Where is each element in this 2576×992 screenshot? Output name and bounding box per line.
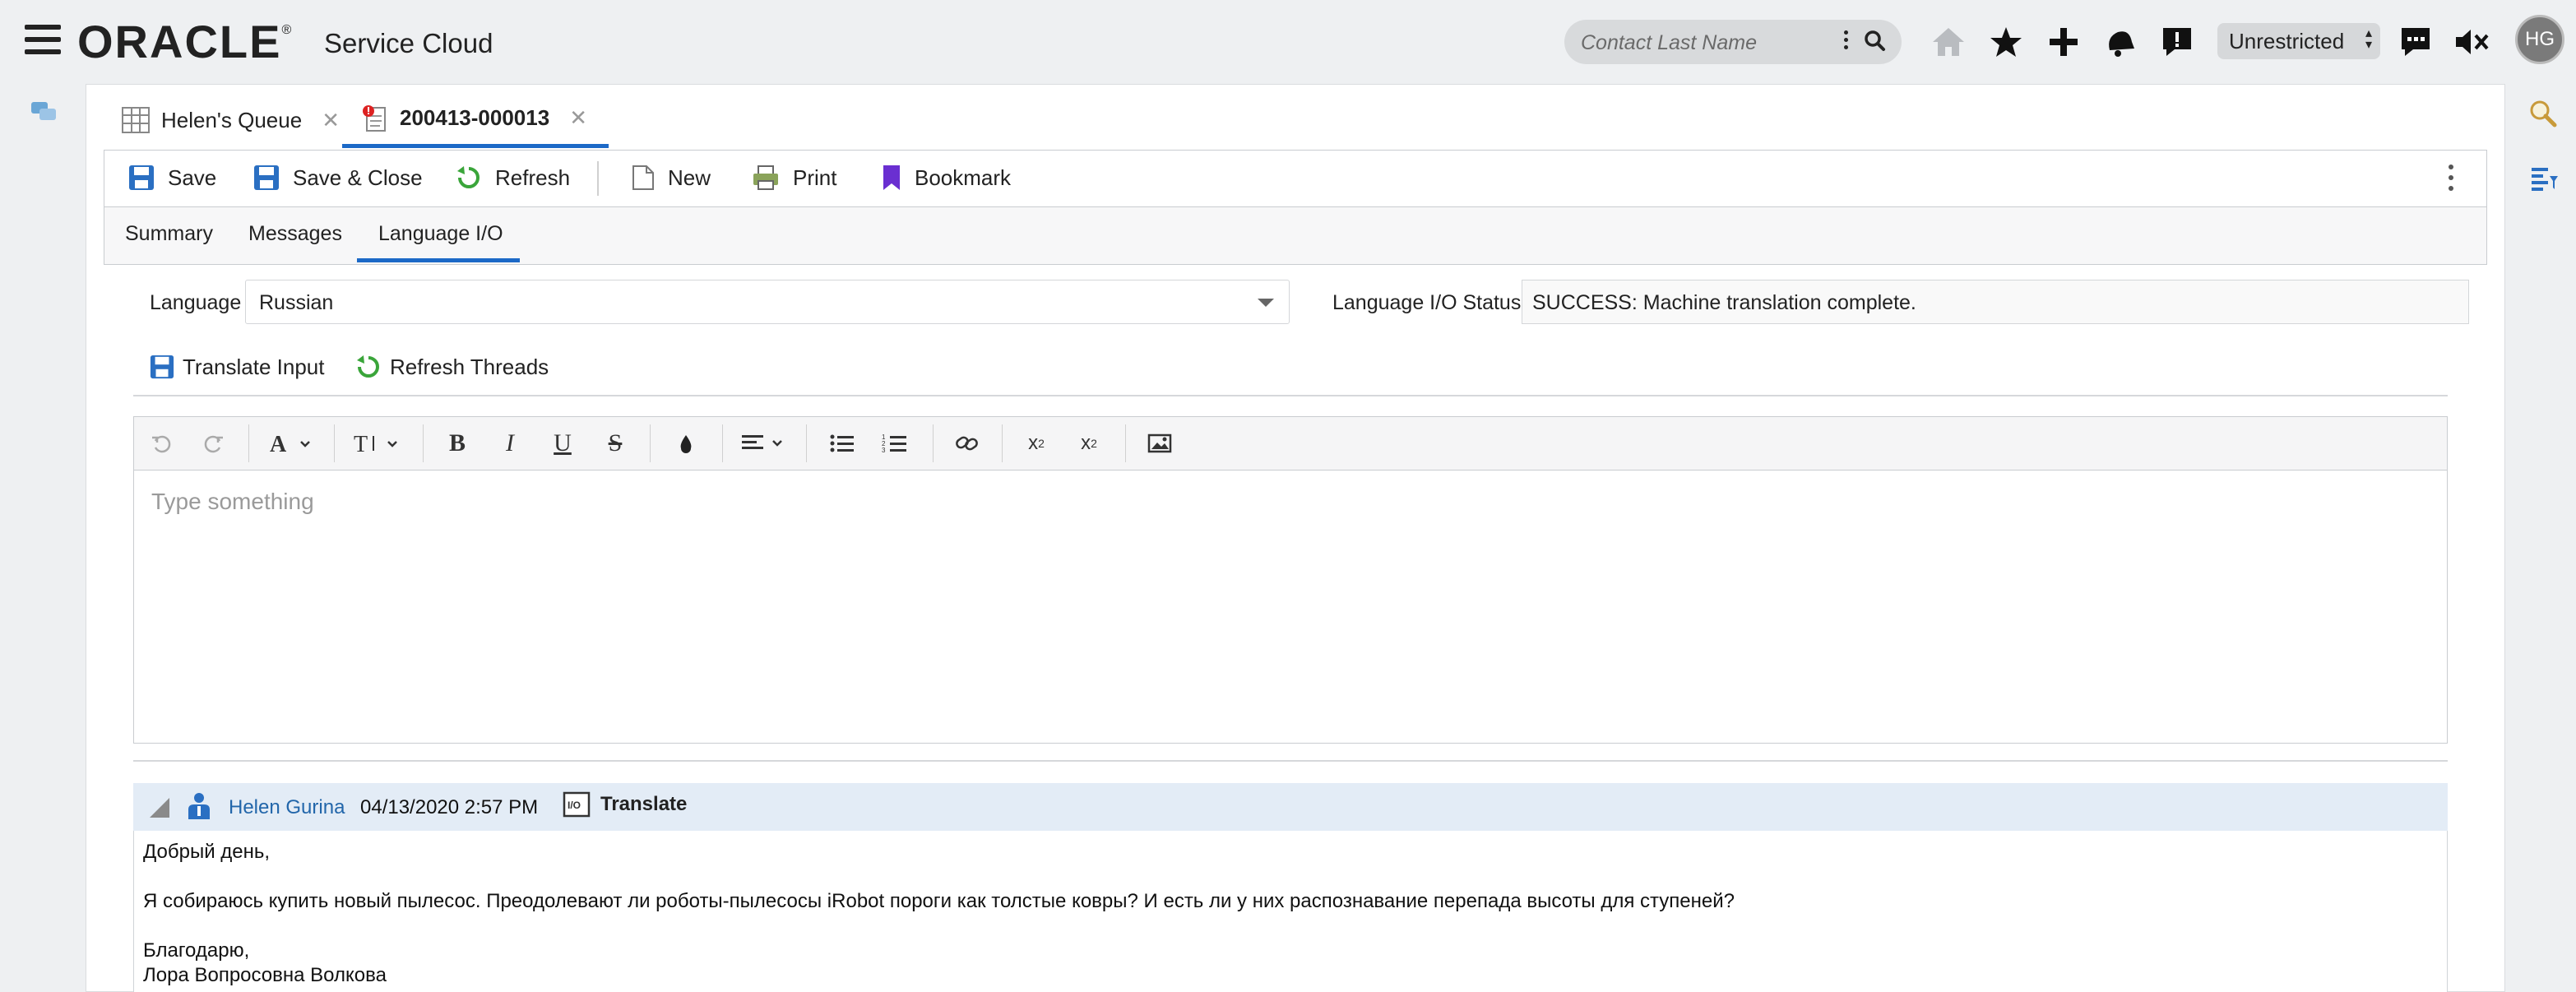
numbered-list-icon[interactable]: 123 xyxy=(878,426,911,461)
divider xyxy=(133,395,2448,396)
language-select[interactable]: Russian xyxy=(245,280,1290,324)
toolbar-divider xyxy=(1125,424,1126,462)
refresh-threads-button[interactable]: Refresh Threads xyxy=(355,352,549,382)
table-icon xyxy=(122,107,150,133)
font-size-icon[interactable]: T xyxy=(349,426,406,461)
hamburger-menu-icon[interactable] xyxy=(25,25,61,54)
language-io-status-field: SUCCESS: Machine translation complete. xyxy=(1522,280,2469,324)
thread-line: Лора Вопросовна Волкова xyxy=(143,964,387,986)
svg-text:3: 3 xyxy=(882,447,886,454)
tab-helens-queue[interactable]: Helen's Queue ✕ xyxy=(122,92,340,148)
thread-line: Я собираюсь купить новый пылесос. Преодо… xyxy=(143,890,1735,912)
close-icon[interactable]: ✕ xyxy=(569,105,587,131)
chevron-down-icon xyxy=(1258,299,1274,307)
print-button[interactable]: Print xyxy=(752,161,836,194)
save-button[interactable]: Save xyxy=(128,161,216,194)
strikethrough-icon[interactable]: S xyxy=(600,426,630,461)
thread-line: Добрый день, xyxy=(143,841,271,863)
feedback-icon[interactable] xyxy=(2395,21,2436,63)
bold-icon[interactable]: B xyxy=(442,426,472,461)
close-icon[interactable]: ✕ xyxy=(322,108,340,133)
refresh-button[interactable]: Refresh xyxy=(456,161,570,194)
svg-text:T: T xyxy=(354,432,368,456)
collapse-triangle-icon[interactable] xyxy=(146,796,171,823)
undo-icon[interactable] xyxy=(146,426,176,461)
notification-bell-icon[interactable] xyxy=(2099,21,2140,63)
tab-summary[interactable]: Summary xyxy=(125,222,213,246)
rules-panel-icon[interactable] xyxy=(2530,165,2560,194)
contact-search-box xyxy=(1564,20,1902,64)
toolbar-divider xyxy=(334,424,335,462)
divider xyxy=(133,760,2448,762)
toolbar-divider xyxy=(1002,424,1003,462)
editor-toolbar xyxy=(133,416,2448,471)
insert-image-icon[interactable] xyxy=(1143,426,1176,461)
font-family-icon[interactable]: A xyxy=(265,426,317,461)
toolbar-divider xyxy=(933,424,934,462)
thread-timestamp: 04/13/2020 2:57 PM xyxy=(360,796,539,818)
search-icon[interactable] xyxy=(1860,26,1890,56)
toolbar-divider xyxy=(248,424,249,462)
thread-author-link[interactable]: Helen Gurina xyxy=(229,796,345,819)
toolbar-divider xyxy=(806,424,807,462)
svg-text:I/O: I/O xyxy=(568,800,581,811)
redo-icon[interactable] xyxy=(199,426,229,461)
tab-incident-200413-000013[interactable]: 200413-000013 ✕ xyxy=(342,92,609,148)
subscript-icon[interactable]: x2 xyxy=(1020,426,1053,461)
refresh-icon xyxy=(357,355,379,378)
toolbar-divider xyxy=(423,424,424,462)
tab-language-io[interactable]: Language I/O xyxy=(378,222,503,246)
incident-icon xyxy=(363,104,386,132)
save-icon xyxy=(150,355,174,379)
more-options-icon[interactable] xyxy=(2446,163,2456,194)
search-panel-icon[interactable] xyxy=(2528,99,2558,128)
thread-line: Благодарю, xyxy=(143,939,250,962)
active-tab-indicator xyxy=(357,258,520,262)
search-options-icon[interactable] xyxy=(1837,28,1854,56)
new-document-icon xyxy=(632,165,654,190)
translate-icon: I/O xyxy=(563,791,591,818)
language-label: Language xyxy=(150,291,242,314)
new-button[interactable]: New xyxy=(632,161,711,194)
toolbar-divider xyxy=(650,424,651,462)
bullet-list-icon[interactable] xyxy=(826,426,859,461)
text-color-icon[interactable] xyxy=(671,426,701,461)
svg-text:A: A xyxy=(270,432,287,456)
product-name: Service Cloud xyxy=(324,28,493,58)
home-icon[interactable] xyxy=(1928,21,1969,63)
translate-input-button[interactable]: Translate Input xyxy=(150,352,324,382)
thread-translate-button[interactable]: I/O Translate xyxy=(563,791,687,818)
report-icon[interactable] xyxy=(2157,21,2198,63)
superscript-icon[interactable]: x2 xyxy=(1073,426,1105,461)
bookmark-icon xyxy=(883,165,900,190)
avatar[interactable]: HG xyxy=(2515,15,2564,64)
print-icon xyxy=(753,165,778,190)
tab-label: 200413-000013 xyxy=(400,105,550,130)
customer-icon xyxy=(186,791,212,825)
search-input[interactable] xyxy=(1579,27,1829,58)
tab-label: Helen's Queue xyxy=(161,107,303,132)
star-icon[interactable] xyxy=(1985,21,2027,63)
tab-messages[interactable]: Messages xyxy=(248,222,342,246)
save-and-close-button[interactable]: Save & Close xyxy=(253,161,423,194)
toolbar-divider xyxy=(722,424,723,462)
chat-icon[interactable] xyxy=(30,100,58,125)
oracle-logo: ORACLE® xyxy=(77,16,294,67)
refresh-icon xyxy=(457,166,480,188)
editor-placeholder: Type something xyxy=(151,489,314,514)
mute-icon[interactable] xyxy=(2451,21,2492,63)
align-icon[interactable] xyxy=(739,426,791,461)
bookmark-button[interactable]: Bookmark xyxy=(882,161,1011,194)
link-icon[interactable] xyxy=(951,426,984,461)
italic-icon[interactable]: I xyxy=(495,426,525,461)
language-io-status-label: Language I/O Status xyxy=(1332,291,1522,314)
toolbar-divider xyxy=(597,161,599,196)
save-icon xyxy=(129,165,154,190)
underline-icon[interactable]: U xyxy=(548,426,577,461)
save-close-icon xyxy=(254,165,279,190)
plus-icon[interactable] xyxy=(2043,21,2084,63)
access-level-select[interactable]: Unrestricted ▴ ▾ xyxy=(2217,23,2380,59)
